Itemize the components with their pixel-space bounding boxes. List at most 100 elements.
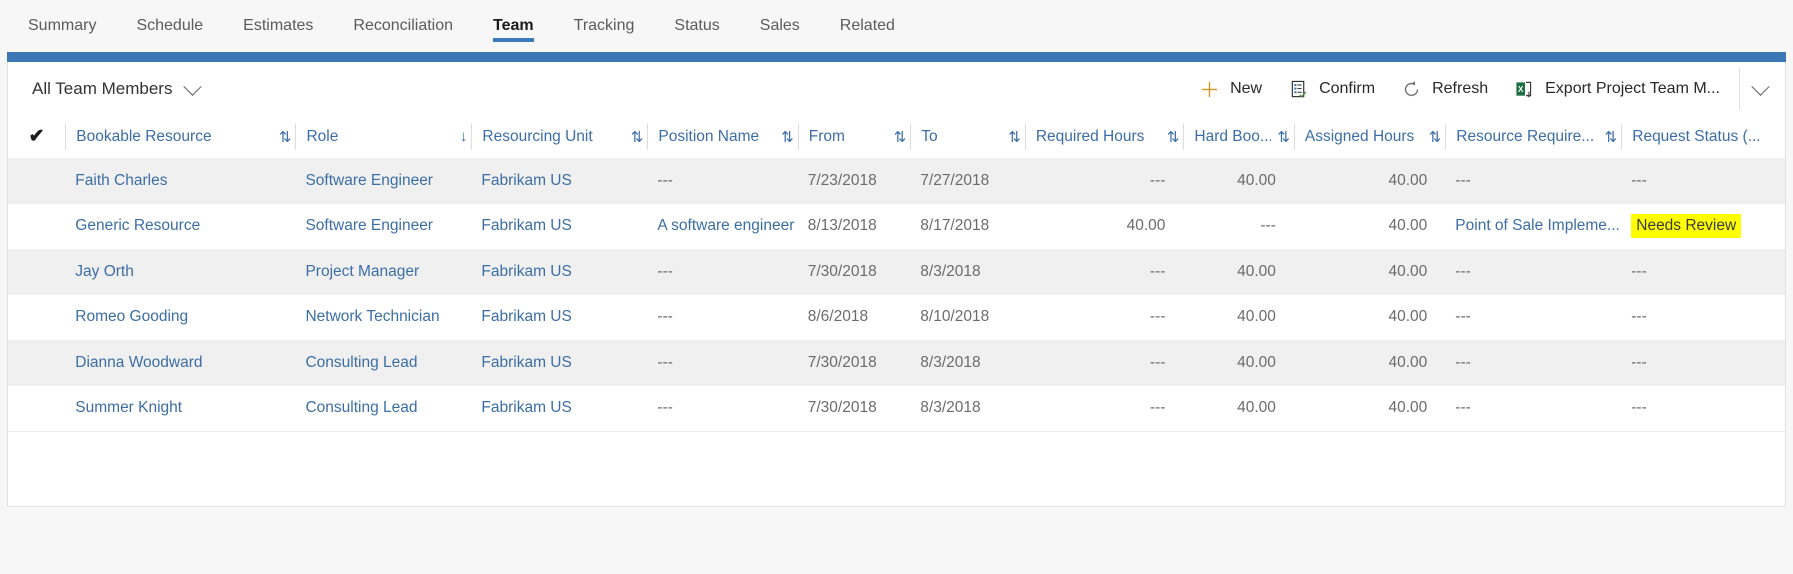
cell-value: 40.00 bbox=[1237, 353, 1276, 371]
tab-reconciliation[interactable]: Reconciliation bbox=[333, 0, 473, 52]
row-select-cell[interactable] bbox=[8, 340, 66, 386]
bookable-resource-link[interactable]: Jay Orth bbox=[75, 263, 134, 280]
cell-bookable-resource: Generic Resource bbox=[65, 203, 296, 249]
tab-status[interactable]: Status bbox=[654, 0, 739, 52]
bookable-resource-link[interactable]: Summer Knight bbox=[75, 399, 182, 416]
row-select-cell[interactable] bbox=[8, 158, 66, 204]
tab-sales[interactable]: Sales bbox=[740, 0, 820, 52]
cell-position-name: --- bbox=[647, 249, 798, 295]
bookable-resource-link[interactable]: Faith Charles bbox=[75, 172, 167, 189]
cell-bookable-resource: Summer Knight bbox=[65, 385, 296, 431]
resourcing-unit-link[interactable]: Fabrikam US bbox=[481, 354, 571, 371]
tab-related[interactable]: Related bbox=[820, 0, 915, 52]
export-project-team-members-button[interactable]: X Export Project Team M... bbox=[1501, 68, 1733, 110]
table-row[interactable]: Dianna Woodward Consulting Lead Fabrikam U… bbox=[8, 340, 1785, 386]
column-header-label: Request Status (... bbox=[1632, 127, 1761, 145]
sort-both-icon: ⇅ bbox=[278, 128, 292, 146]
view-selector[interactable]: All Team Members bbox=[26, 75, 205, 103]
role-link[interactable]: Project Manager bbox=[305, 263, 419, 280]
column-header-resource-require[interactable]: Resource Require... ⇅ bbox=[1445, 116, 1622, 159]
cell-request-status: --- bbox=[1621, 340, 1785, 386]
checkmark-icon: ✔ bbox=[28, 125, 45, 147]
column-header-bookable-resource[interactable]: Bookable Resource ⇅ bbox=[65, 116, 296, 159]
cell-from: 7/30/2018 bbox=[797, 340, 911, 386]
resourcing-unit-link[interactable]: Fabrikam US bbox=[481, 263, 571, 280]
cell-value: 8/13/2018 bbox=[807, 217, 877, 235]
tab-label: Status bbox=[674, 17, 720, 34]
role-link[interactable]: Network Technician bbox=[305, 308, 439, 325]
empty-value: --- bbox=[657, 172, 673, 189]
cell-value: 8/3/2018 bbox=[920, 399, 981, 417]
cell-required-hours: 40.00 bbox=[1024, 203, 1184, 249]
cell-assigned-hours: 40.00 bbox=[1293, 340, 1446, 386]
refresh-button[interactable]: Refresh bbox=[1388, 68, 1501, 110]
column-header-label: Bookable Resource bbox=[76, 127, 212, 145]
role-link[interactable]: Consulting Lead bbox=[305, 354, 417, 371]
team-members-table: ✔ Bookable Resource ⇅ Role ↓ Resourcing Unit… bbox=[8, 116, 1785, 432]
cell-resourcing-unit: Fabrikam US bbox=[471, 158, 648, 204]
empty-value: --- bbox=[1455, 172, 1471, 189]
column-header-position-name[interactable]: Position Name ⇅ bbox=[647, 116, 798, 159]
cell-to: 8/10/2018 bbox=[910, 294, 1025, 340]
empty-value: --- bbox=[1149, 262, 1166, 280]
tab-estimates[interactable]: Estimates bbox=[223, 0, 333, 52]
confirm-button[interactable]: Confirm bbox=[1275, 68, 1388, 110]
cell-resource-requirement: --- bbox=[1445, 340, 1622, 386]
cell-role: Project Manager bbox=[295, 249, 472, 295]
column-header-resourcing-unit[interactable]: Resourcing Unit ⇅ bbox=[471, 116, 648, 159]
command-bar-overflow-button[interactable] bbox=[1739, 68, 1781, 110]
column-header-role[interactable]: Role ↓ bbox=[295, 116, 472, 159]
table-row[interactable]: Generic Resource Software Engineer Fabrika… bbox=[8, 203, 1785, 249]
tab-schedule[interactable]: Schedule bbox=[116, 0, 223, 52]
bookable-resource-link[interactable]: Generic Resource bbox=[75, 217, 200, 234]
table-row[interactable]: Summer Knight Consulting Lead Fabrikam US -… bbox=[8, 385, 1785, 431]
column-header-label: Assigned Hours bbox=[1304, 127, 1415, 145]
cell-request-status: --- bbox=[1621, 294, 1785, 340]
cell-from: 7/23/2018 bbox=[797, 158, 911, 204]
tab-team[interactable]: Team bbox=[473, 0, 554, 52]
new-button[interactable]: New bbox=[1186, 68, 1275, 110]
sort-both-icon: ⇅ bbox=[630, 128, 644, 146]
bookable-resource-link[interactable]: Dianna Woodward bbox=[75, 354, 202, 371]
cell-assigned-hours: 40.00 bbox=[1293, 203, 1446, 249]
column-header-request-status[interactable]: Request Status (... bbox=[1621, 116, 1785, 159]
select-all-header[interactable]: ✔ bbox=[8, 116, 66, 159]
resourcing-unit-link[interactable]: Fabrikam US bbox=[481, 172, 571, 189]
cell-value: 8/6/2018 bbox=[807, 308, 869, 326]
column-header-from[interactable]: From ⇅ bbox=[797, 116, 911, 159]
table-row[interactable]: Jay Orth Project Manager Fabrikam US --- 7/3… bbox=[8, 249, 1785, 295]
empty-value: --- bbox=[1631, 399, 1647, 417]
position-name-link[interactable]: A software engineer bbox=[657, 217, 794, 234]
cell-value: 7/23/2018 bbox=[807, 172, 877, 189]
role-link[interactable]: Consulting Lead bbox=[305, 399, 417, 416]
cell-value: 40.00 bbox=[1388, 172, 1428, 189]
cell-value: 40.00 bbox=[1388, 217, 1428, 235]
tab-summary[interactable]: Summary bbox=[8, 0, 116, 52]
column-header-hard-boo[interactable]: Hard Boo... ⇅ bbox=[1183, 116, 1294, 159]
empty-value: --- bbox=[657, 399, 673, 417]
empty-value: --- bbox=[1455, 308, 1471, 326]
row-select-cell[interactable] bbox=[8, 249, 66, 295]
refresh-icon bbox=[1401, 79, 1421, 99]
resourcing-unit-link[interactable]: Fabrikam US bbox=[481, 308, 571, 325]
tab-tracking[interactable]: Tracking bbox=[554, 0, 655, 52]
bookable-resource-link[interactable]: Romeo Gooding bbox=[75, 308, 188, 325]
table-row[interactable]: Romeo Gooding Network Technician Fabrikam … bbox=[8, 294, 1785, 340]
table-header-row: ✔ Bookable Resource ⇅ Role ↓ Resourcing Unit… bbox=[8, 116, 1785, 159]
resourcing-unit-link[interactable]: Fabrikam US bbox=[481, 399, 571, 416]
column-header-label: Hard Boo... bbox=[1194, 127, 1272, 145]
resourcing-unit-link[interactable]: Fabrikam US bbox=[481, 217, 571, 234]
column-header-to[interactable]: To ⇅ bbox=[910, 116, 1025, 159]
cell-required-hours: --- bbox=[1024, 385, 1184, 431]
cell-request-status: --- bbox=[1621, 249, 1785, 295]
cell-assigned-hours: 40.00 bbox=[1293, 158, 1446, 204]
row-select-cell[interactable] bbox=[8, 203, 66, 249]
table-row[interactable]: Faith Charles Software Engineer Fabrikam U… bbox=[8, 158, 1785, 204]
row-select-cell[interactable] bbox=[8, 385, 66, 431]
column-header-assigned-hours[interactable]: Assigned Hours ⇅ bbox=[1293, 116, 1446, 159]
row-select-cell[interactable] bbox=[8, 294, 66, 340]
column-header-required-hours[interactable]: Required Hours ⇅ bbox=[1024, 116, 1184, 159]
role-link[interactable]: Software Engineer bbox=[305, 217, 433, 234]
resource-requirement-link[interactable]: Point of Sale Impleme... bbox=[1455, 217, 1620, 234]
role-link[interactable]: Software Engineer bbox=[305, 172, 433, 189]
